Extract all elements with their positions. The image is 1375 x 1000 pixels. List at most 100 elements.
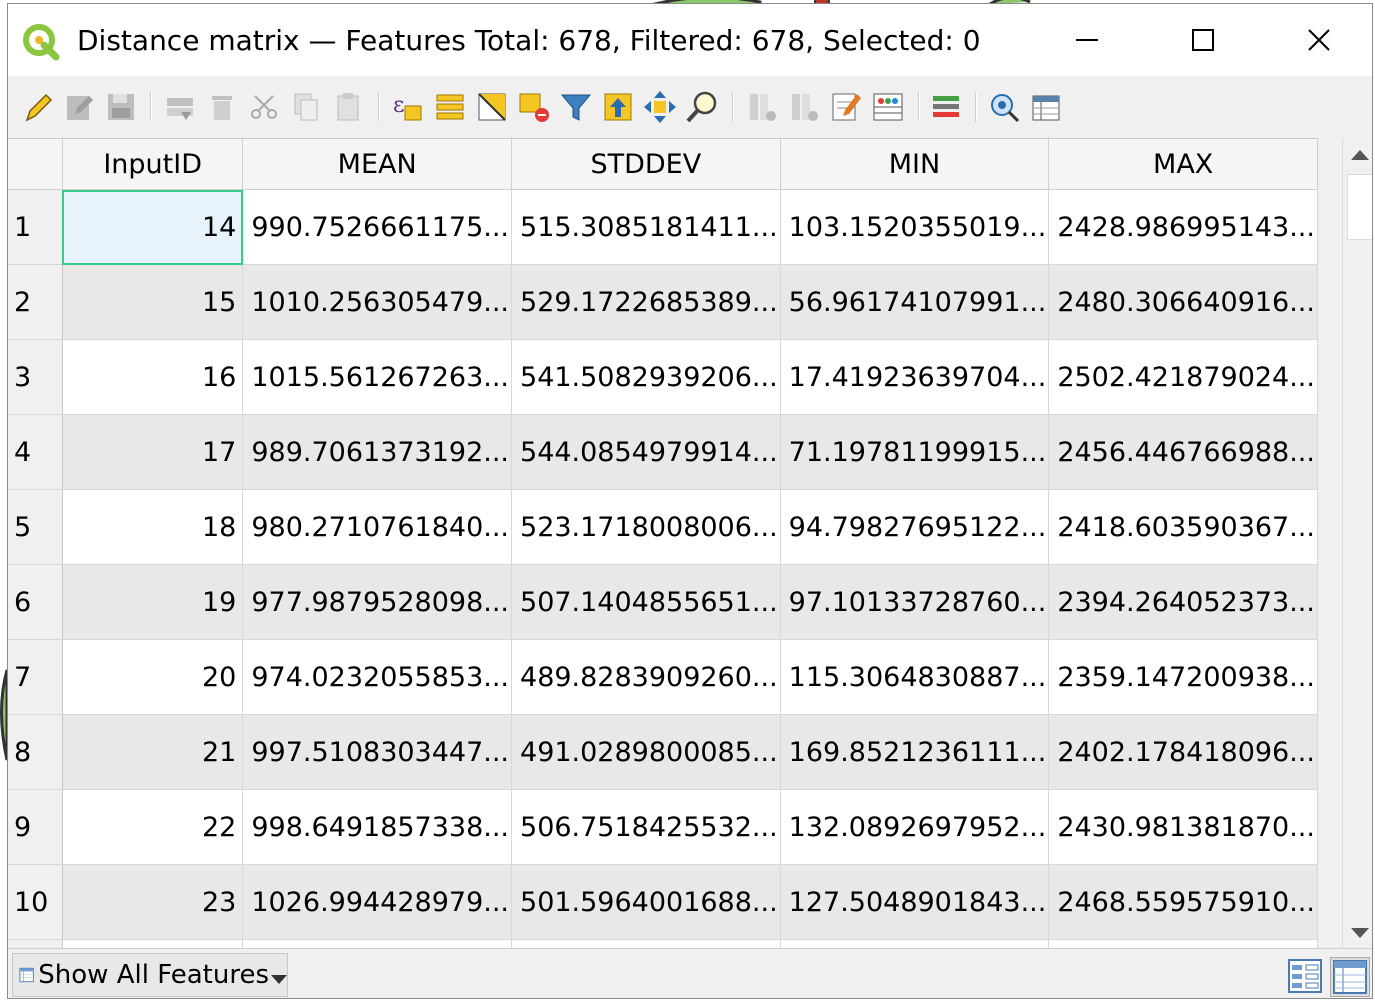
cell-mean[interactable]: 1010.256305479... <box>242 264 513 340</box>
cell-min[interactable]: 132.0892697952... <box>780 789 1050 865</box>
row-number[interactable]: 8 <box>8 714 63 790</box>
cell-inputid[interactable]: 15 <box>62 264 244 340</box>
cell-min[interactable]: 56.96174107991... <box>780 264 1050 340</box>
cell-inputid[interactable]: 23 <box>62 864 244 940</box>
zoom-to-selected-icon[interactable] <box>685 90 719 124</box>
show-features-filter-button[interactable]: Show All Features <box>12 953 288 997</box>
deselect-icon[interactable] <box>517 90 551 124</box>
cell-mean[interactable]: 990.7526661175... <box>242 189 513 265</box>
cell-stddev[interactable]: 489.8283909260... <box>511 639 781 715</box>
cut-icon[interactable] <box>247 90 281 124</box>
row-number[interactable]: 7 <box>8 639 63 715</box>
conditional-formatting-icon[interactable] <box>871 90 905 124</box>
cell-max[interactable]: 2430.981381870... <box>1048 789 1318 865</box>
cell-max[interactable]: 2394.264052373... <box>1048 564 1318 640</box>
multi-edit-icon[interactable] <box>63 90 97 124</box>
cell-min[interactable]: 115.3064830887... <box>780 639 1050 715</box>
cell-max[interactable]: 2359.147200938... <box>1048 639 1318 715</box>
cell-inputid[interactable]: 22 <box>62 789 244 865</box>
move-selection-top-icon[interactable] <box>601 90 635 124</box>
cell-inputid[interactable]: 20 <box>62 639 244 715</box>
cell-min[interactable]: 71.19781199915... <box>780 414 1050 490</box>
cell-inputid[interactable]: 18 <box>62 489 244 565</box>
scroll-down-arrow-icon[interactable] <box>1351 928 1369 938</box>
paste-icon[interactable] <box>331 90 365 124</box>
cell-max[interactable]: 2502.421879024... <box>1048 339 1318 415</box>
row-number[interactable]: 2 <box>8 264 63 340</box>
cell-mean[interactable]: 980.2710761840... <box>242 489 513 565</box>
column-header-mean[interactable]: MEAN <box>242 139 513 190</box>
table-row[interactable]: 1 14 990.7526661175... 515.3085181411...… <box>8 189 1318 265</box>
cell-stddev[interactable]: 501.5964001688... <box>511 864 781 940</box>
column-header-inputid[interactable]: InputID <box>62 139 244 190</box>
table-view-icon[interactable] <box>1330 957 1370 997</box>
table-row[interactable]: 7 20 974.0232055853... 489.8283909260...… <box>8 639 1318 715</box>
expression-select-icon[interactable]: ε <box>391 90 425 124</box>
form-view-icon[interactable] <box>1286 957 1324 995</box>
table-row[interactable]: 2 15 1010.256305479... 529.1722685389...… <box>8 264 1318 340</box>
cell-min[interactable]: 94.79827695122... <box>780 489 1050 565</box>
pan-to-selected-icon[interactable] <box>643 90 677 124</box>
cell-max[interactable]: 2428.986995143... <box>1048 189 1318 265</box>
cell-max[interactable]: 2418.603590367... <box>1048 489 1318 565</box>
cell-stddev[interactable]: 523.1718008006... <box>511 489 781 565</box>
cell-inputid[interactable]: 14 <box>62 189 244 265</box>
table-row[interactable]: 3 16 1015.561267263... 541.5082939206...… <box>8 339 1318 415</box>
cell-max[interactable]: 2402.178418096... <box>1048 714 1318 790</box>
cell-stddev[interactable]: 529.1722685389... <box>511 264 781 340</box>
table-row[interactable]: 10 23 1026.994428979... 501.5964001688..… <box>8 864 1318 940</box>
cell-inputid[interactable]: 17 <box>62 414 244 490</box>
cell-stddev[interactable]: 515.3085181411... <box>511 189 781 265</box>
edit-pencil-icon[interactable] <box>21 90 55 124</box>
row-number[interactable]: 10 <box>8 864 63 940</box>
organize-columns-icon[interactable] <box>1029 90 1063 124</box>
table-row[interactable]: 5 18 980.2710761840... 523.1718008006...… <box>8 489 1318 565</box>
maximize-button[interactable] <box>1145 4 1261 76</box>
table-row[interactable]: 4 17 989.7061373192... 544.0854979914...… <box>8 414 1318 490</box>
cell-mean[interactable]: 998.6491857338... <box>242 789 513 865</box>
cell-stddev[interactable]: 544.0854979914... <box>511 414 781 490</box>
vertical-scrollbar[interactable] <box>1342 138 1372 948</box>
cell-max[interactable]: 2468.559575910... <box>1048 864 1318 940</box>
cell-min[interactable]: 103.1520355019... <box>780 189 1050 265</box>
cell-max[interactable]: 2480.306640916... <box>1048 264 1318 340</box>
cell-stddev[interactable]: 506.7518425532... <box>511 789 781 865</box>
dock-icon[interactable] <box>987 90 1021 124</box>
cell-mean[interactable]: 997.5108303447... <box>242 714 513 790</box>
row-number[interactable]: 9 <box>8 789 63 865</box>
cell-mean[interactable]: 989.7061373192... <box>242 414 513 490</box>
cell-min[interactable]: 169.8521236111... <box>780 714 1050 790</box>
cell-min[interactable]: 17.41923639704... <box>780 339 1050 415</box>
add-feature-icon[interactable] <box>163 90 197 124</box>
cell-min[interactable]: 97.10133728760... <box>780 564 1050 640</box>
table-row[interactable]: 6 19 977.9879528098... 507.1404855651...… <box>8 564 1318 640</box>
delete-field-icon[interactable] <box>787 90 821 124</box>
minimize-button[interactable] <box>1029 4 1145 76</box>
delete-feature-icon[interactable] <box>205 90 239 124</box>
cell-stddev[interactable]: 507.1404855651... <box>511 564 781 640</box>
column-header-min[interactable]: MIN <box>780 139 1050 190</box>
new-field-icon[interactable] <box>745 90 779 124</box>
cell-inputid[interactable]: 16 <box>62 339 244 415</box>
cell-mean[interactable]: 974.0232055853... <box>242 639 513 715</box>
cell-mean[interactable]: 977.9879528098... <box>242 564 513 640</box>
cell-inputid[interactable]: 19 <box>62 564 244 640</box>
actions-icon[interactable] <box>929 90 963 124</box>
close-button[interactable] <box>1261 4 1372 76</box>
row-number[interactable]: 5 <box>8 489 63 565</box>
table-row[interactable]: 8 21 997.5108303447... 491.0289800085...… <box>8 714 1318 790</box>
cell-inputid[interactable]: 21 <box>62 714 244 790</box>
scrollbar-thumb[interactable] <box>1347 174 1372 240</box>
cell-stddev[interactable]: 491.0289800085... <box>511 714 781 790</box>
table-row[interactable]: 9 22 998.6491857338... 506.7518425532...… <box>8 789 1318 865</box>
column-header-max[interactable]: MAX <box>1048 139 1318 190</box>
save-edits-icon[interactable] <box>104 90 138 124</box>
row-number[interactable]: 3 <box>8 339 63 415</box>
invert-selection-icon[interactable] <box>475 90 509 124</box>
column-header-stddev[interactable]: STDDEV <box>511 139 781 190</box>
row-number[interactable]: 6 <box>8 564 63 640</box>
cell-max[interactable]: 2456.446766988... <box>1048 414 1318 490</box>
cell-stddev[interactable]: 541.5082939206... <box>511 339 781 415</box>
cell-mean[interactable]: 1026.994428979... <box>242 864 513 940</box>
scroll-up-arrow-icon[interactable] <box>1351 150 1369 160</box>
